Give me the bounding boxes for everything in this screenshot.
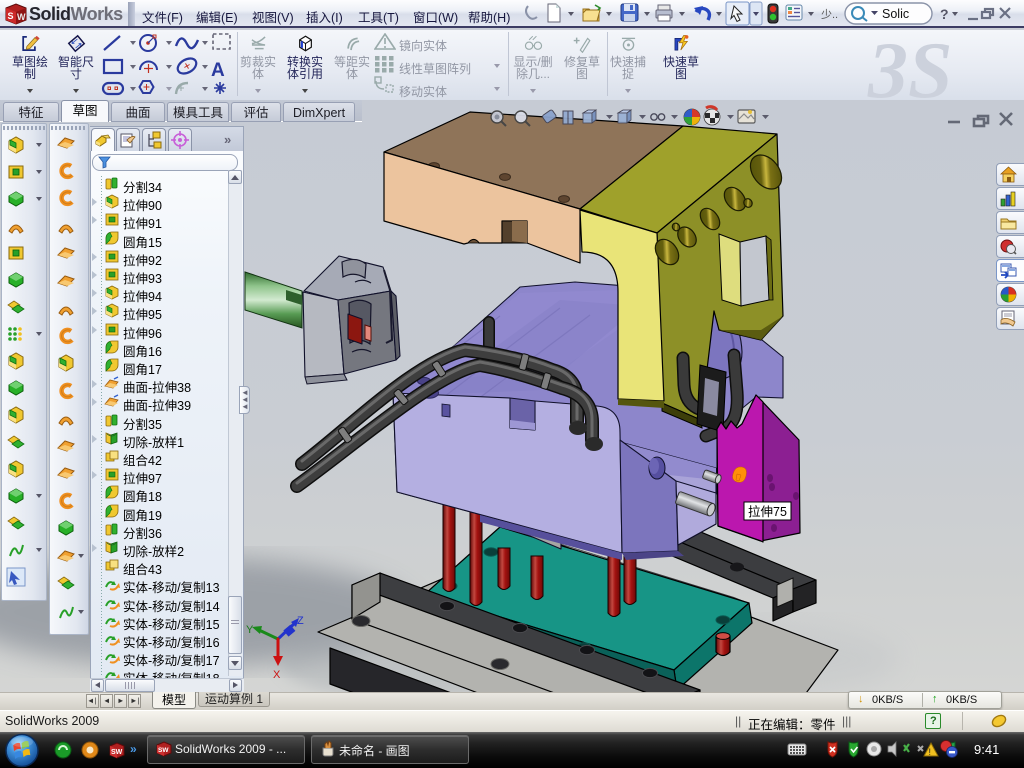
- svg-text:W: W: [17, 12, 26, 22]
- svg-text:!: !: [929, 747, 932, 757]
- svg-text:Solic: Solic: [882, 7, 909, 21]
- svg-text:Z: Z: [297, 615, 304, 627]
- svg-text:»: »: [130, 742, 137, 756]
- svg-text:S: S: [8, 11, 14, 21]
- svg-text:?: ?: [940, 6, 949, 22]
- svg-text:Y: Y: [246, 624, 254, 636]
- svg-text:少..: 少..: [821, 8, 838, 21]
- svg-text:X: X: [273, 669, 281, 681]
- svg-text:A: A: [211, 60, 225, 81]
- svg-text:SW: SW: [158, 747, 169, 754]
- svg-text:拉伸75: 拉伸75: [748, 504, 787, 519]
- svg-text:SW: SW: [111, 749, 123, 756]
